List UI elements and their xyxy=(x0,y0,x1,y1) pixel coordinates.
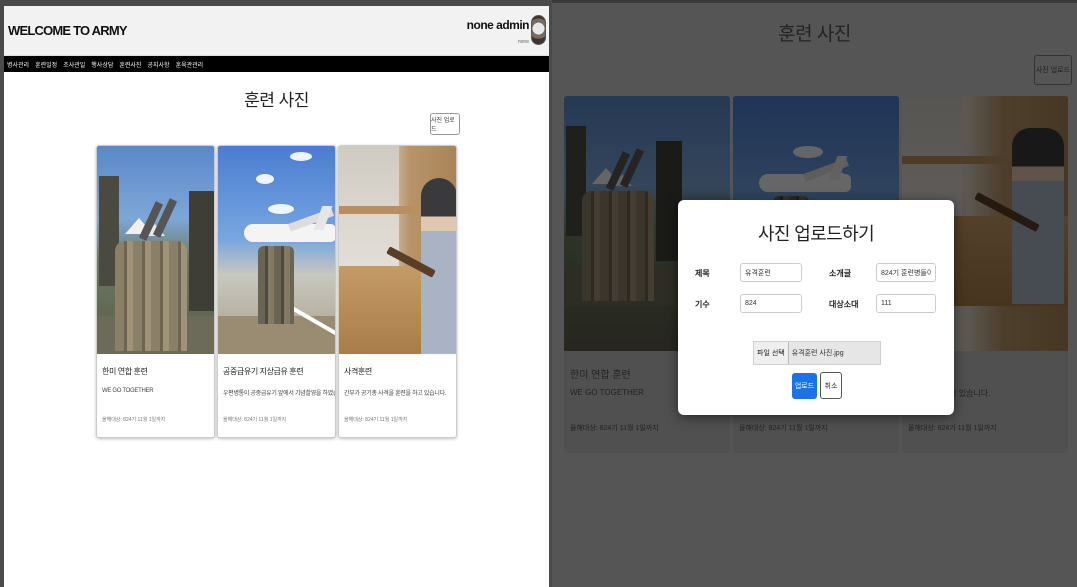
card-title: 공중급유기 지상급유 훈련 xyxy=(223,367,304,376)
card-meta: 올해대상: 824기 11월 1일까지 xyxy=(223,417,287,423)
card-meta: 올해대상: 824기 11월 1일까지 xyxy=(570,425,659,432)
choose-file-button[interactable]: 파일 선택 xyxy=(754,342,789,364)
avatar[interactable] xyxy=(531,15,546,45)
target-label: 대상소대 xyxy=(829,300,859,309)
nav-item[interactable]: 공지사항 xyxy=(147,60,169,69)
modal-view: 훈련 사진 사진 업로드 한미 연합 훈련 WE GO TOGETHER 올해대… xyxy=(552,0,1077,587)
modal-title: 사진 업로드하기 xyxy=(757,224,875,244)
photo-grid: 한미 연합 훈련 WE GO TOGETHER 올해대상: 824기 11월 1… xyxy=(96,145,457,438)
upload-modal: 사진 업로드하기 제목 소개글 기수 대상소대 파일 선택 유격훈련 사진.jp… xyxy=(678,200,954,415)
submit-upload-button[interactable]: 업로드 xyxy=(792,373,817,399)
card-description: WE GO TOGETHER xyxy=(102,388,154,394)
nav-item[interactable]: 훈련일정 xyxy=(35,60,57,69)
card-description: WE GO TOGETHER xyxy=(570,388,644,397)
nav-bar: 병사관리 훈련일정 조사관일 행사상담 훈련사진 공지사항 훈육관관리 xyxy=(4,56,549,72)
title-input[interactable] xyxy=(740,263,802,282)
photo-image xyxy=(339,146,456,354)
cancel-button[interactable]: 취소 xyxy=(820,372,842,399)
card-title: 한미 연합 훈련 xyxy=(570,370,631,381)
target-input[interactable] xyxy=(876,294,936,313)
card-description: 간부가 공기총 사격을 훈련을 하고 있습니다. xyxy=(344,391,447,397)
nav-item[interactable]: 조사관일 xyxy=(63,60,85,69)
photo-image xyxy=(97,146,214,354)
card-meta: 올해대상: 824기 11월 1일까지 xyxy=(102,417,166,423)
card-meta: 올해대상: 824기 11월 1일까지 xyxy=(908,425,997,432)
upload-photo-button[interactable]: 사진 업로드 xyxy=(430,113,460,135)
title-label: 제목 xyxy=(695,269,710,278)
nav-item[interactable]: 병사관리 xyxy=(7,60,29,69)
card-meta: 올해대상: 824기 11월 1일까지 xyxy=(344,417,408,423)
upload-photo-button[interactable]: 사진 업로드 xyxy=(1034,55,1072,85)
nav-item[interactable]: 훈육관관리 xyxy=(176,60,204,69)
page-title: 훈련 사진 xyxy=(778,24,851,45)
photo-card[interactable]: 공중급유기 지상급유 훈련 우편병통이 공중급유기 앞에서 기념촬영을 하였습니… xyxy=(217,145,336,438)
file-name: 유격훈련 사진.jpg xyxy=(791,350,844,357)
nav-item[interactable]: 훈련사진 xyxy=(119,60,141,69)
page-title: 훈련 사진 xyxy=(244,91,309,110)
nav-item[interactable]: 행사상담 xyxy=(91,60,113,69)
photo-card[interactable]: 사격훈련 간부가 공기총 사격을 훈련을 하고 있습니다. 올해대상: 824기… xyxy=(338,145,457,438)
intro-input[interactable] xyxy=(876,263,936,282)
class-input[interactable] xyxy=(740,294,802,313)
brand-title[interactable]: WELCOME TO ARMY xyxy=(8,23,128,38)
card-title: 사격훈련 xyxy=(344,367,372,376)
user-name[interactable]: none admin xyxy=(467,18,530,32)
card-meta: 올해대상: 824기 11월 1일까지 xyxy=(739,425,828,432)
intro-label: 소개글 xyxy=(829,269,852,278)
file-picker: 파일 선택 유격훈련 사진.jpg xyxy=(753,341,881,365)
photo-image xyxy=(218,146,335,354)
class-label: 기수 xyxy=(695,300,710,309)
photo-card[interactable]: 한미 연합 훈련 WE GO TOGETHER 올해대상: 824기 11월 1… xyxy=(96,145,215,438)
header: WELCOME TO ARMY none admin none xyxy=(4,6,549,56)
main-page: WELCOME TO ARMY none admin none 병사관리 훈련일… xyxy=(4,6,549,587)
user-sub: none xyxy=(517,39,529,45)
card-title: 한미 연합 훈련 xyxy=(102,367,148,376)
card-description: 우편병통이 공중급유기 앞에서 기념촬영을 하였습니다. xyxy=(223,391,335,397)
